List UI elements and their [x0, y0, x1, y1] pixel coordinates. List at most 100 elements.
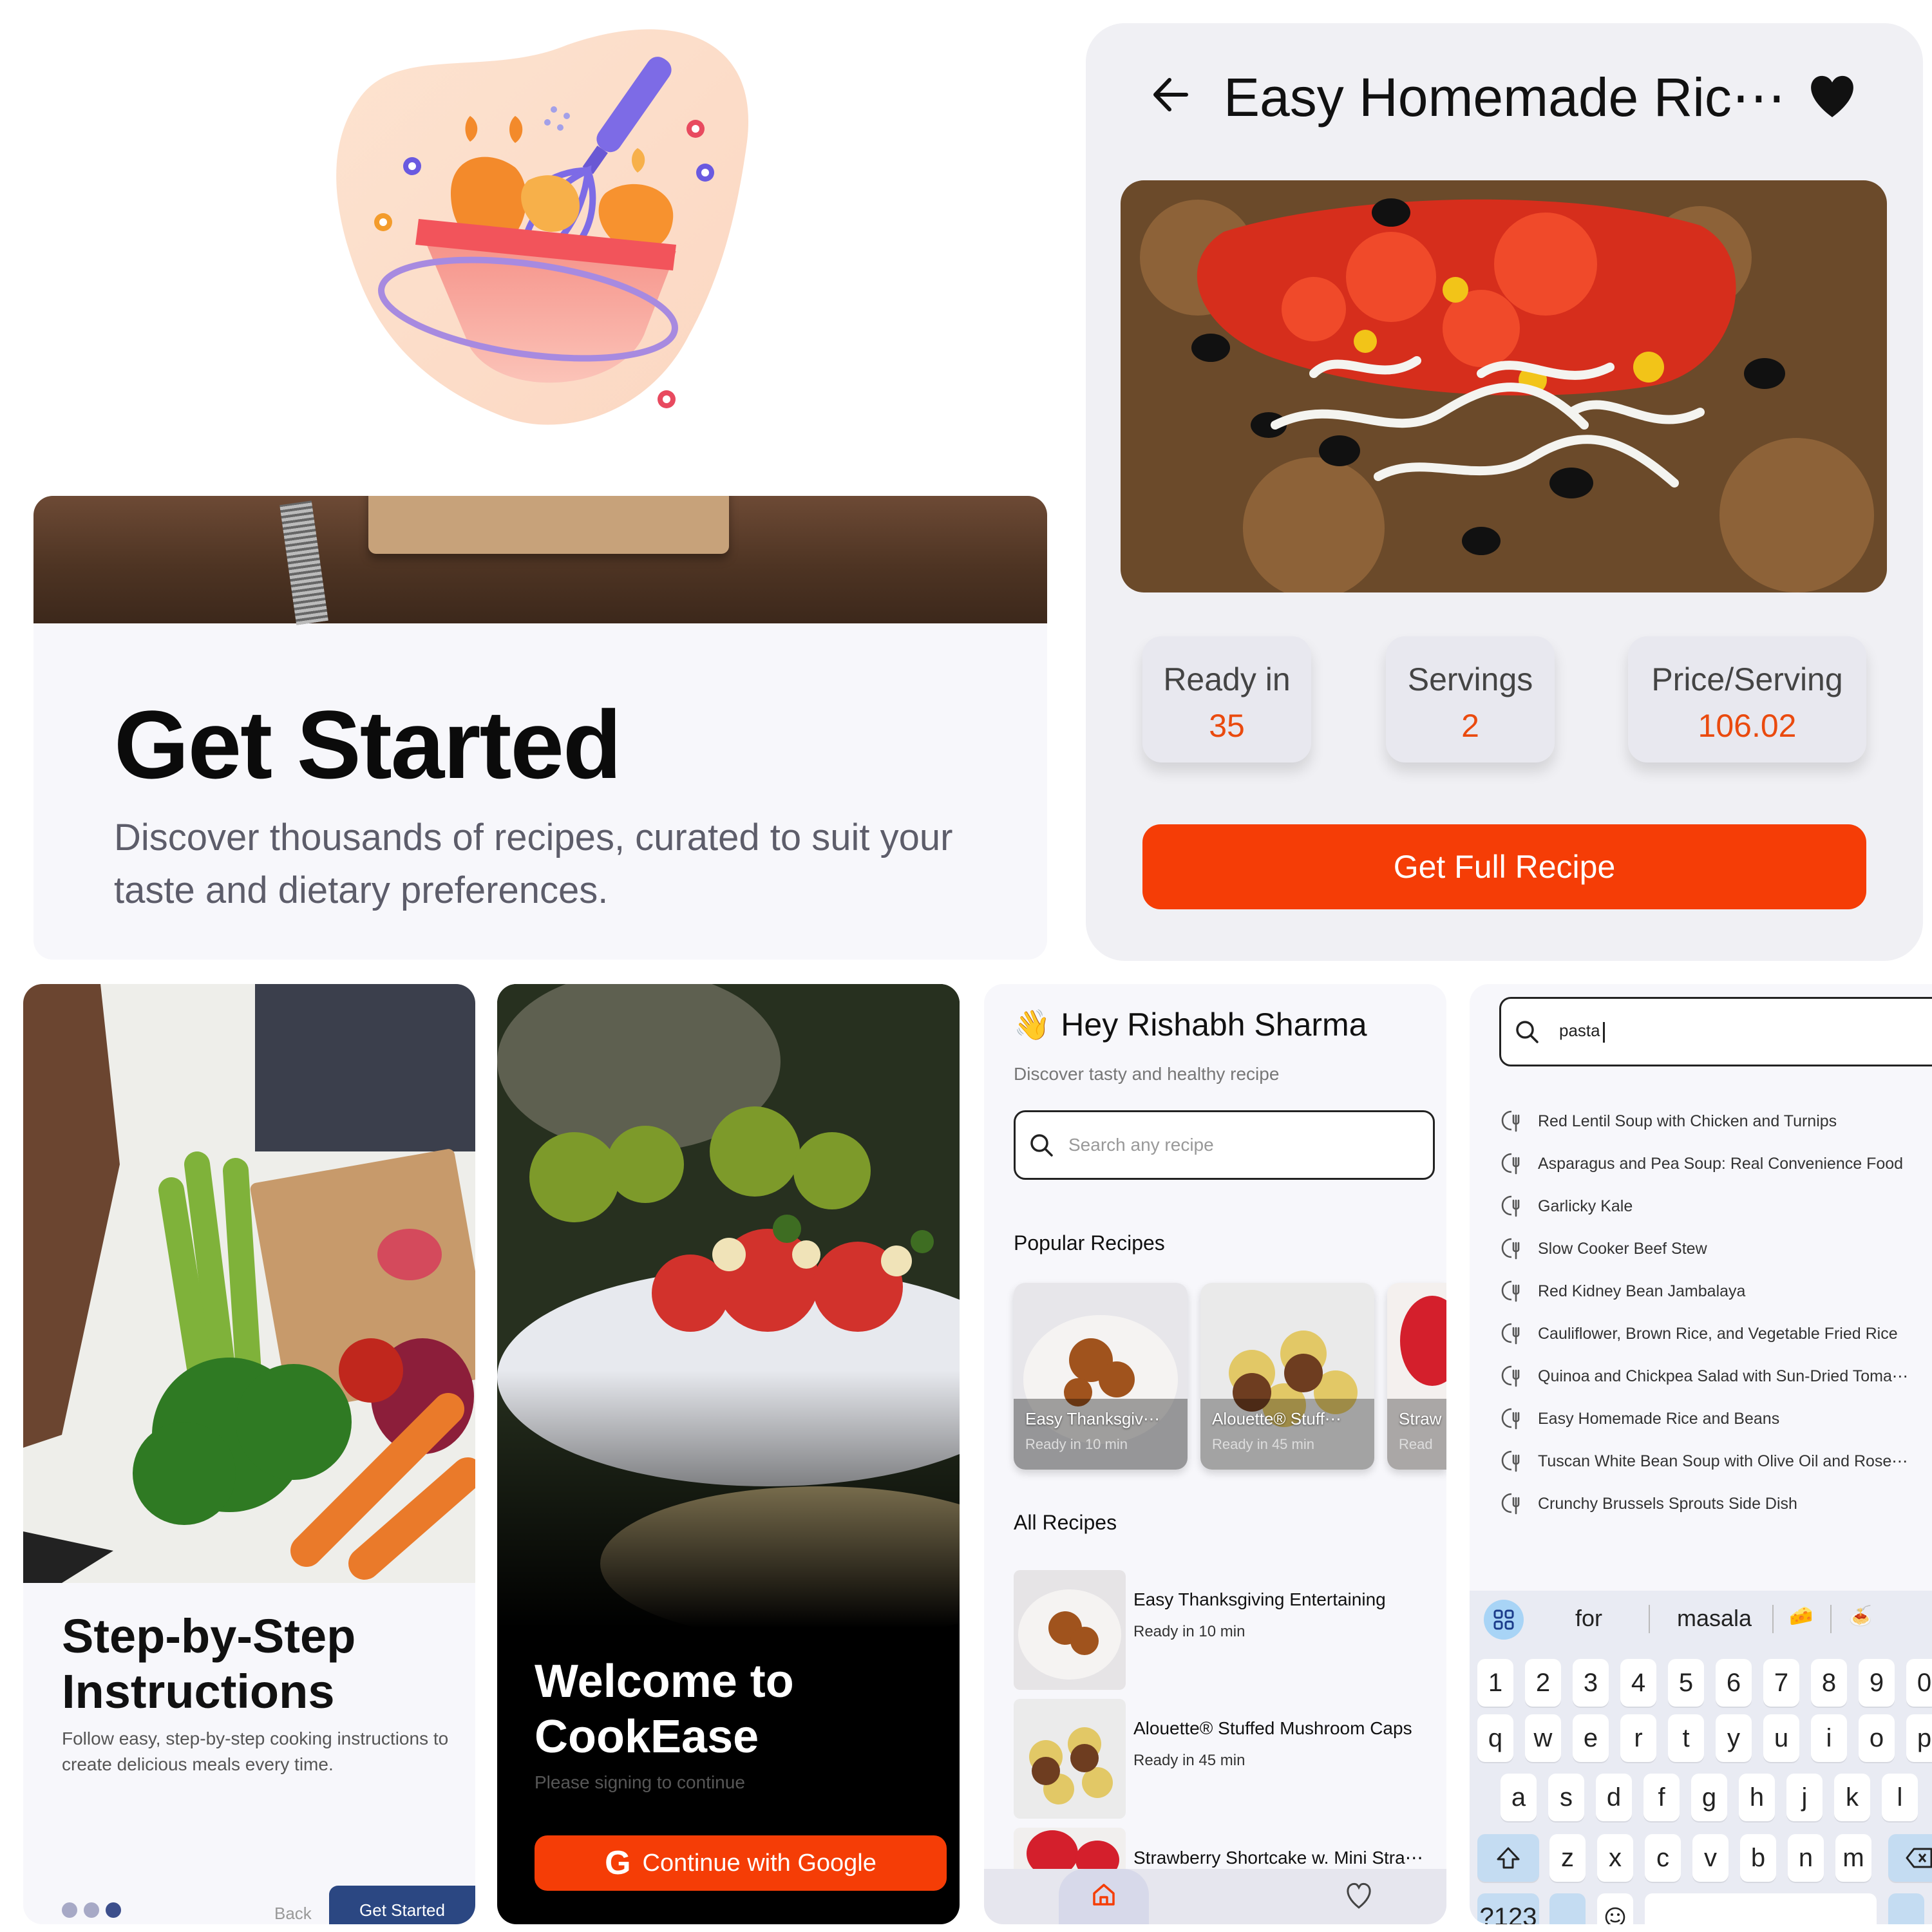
- chef-hat-icon: [1499, 1321, 1524, 1346]
- keyboard-key[interactable]: e: [1573, 1714, 1609, 1762]
- keyboard-key[interactable]: m: [1835, 1834, 1871, 1882]
- search-result-item[interactable]: Crunchy Brussels Sprouts Side Dish: [1499, 1482, 1932, 1525]
- keyboard-key[interactable]: p: [1906, 1714, 1932, 1762]
- search-result-title: Red Kidney Bean Jambalaya: [1538, 1282, 1746, 1300]
- chef-hat-icon: [1499, 1151, 1524, 1176]
- keyboard-key[interactable]: q: [1477, 1714, 1513, 1762]
- keyboard-key[interactable]: z: [1549, 1834, 1586, 1882]
- keyboard-key[interactable]: 4: [1620, 1659, 1656, 1707]
- nav-favorites[interactable]: [1343, 1880, 1374, 1911]
- keyboard-key[interactable]: i: [1811, 1714, 1847, 1762]
- keyboard-key[interactable]: a: [1501, 1774, 1537, 1821]
- keyboard-key[interactable]: n: [1788, 1834, 1824, 1882]
- shift-key[interactable]: [1477, 1834, 1539, 1882]
- emoji-key[interactable]: [1597, 1893, 1633, 1924]
- comma-key[interactable]: [1549, 1893, 1586, 1924]
- back-button[interactable]: Back: [274, 1904, 312, 1924]
- keyboard-apps-button[interactable]: [1484, 1600, 1524, 1640]
- ready-in-stat: Ready in 35: [1142, 636, 1311, 762]
- search-result-item[interactable]: Quinoa and Chickpea Salad with Sun-Dried…: [1499, 1355, 1932, 1397]
- recipe-photo: [1121, 180, 1887, 592]
- stat-value: 2: [1461, 708, 1479, 744]
- keyboard-key[interactable]: 9: [1859, 1659, 1895, 1707]
- continue-with-google-button[interactable]: G Continue with Google: [535, 1835, 947, 1891]
- keyboard-key[interactable]: u: [1763, 1714, 1799, 1762]
- search-result-title: Slow Cooker Beef Stew: [1538, 1239, 1707, 1258]
- keyboard-key[interactable]: w: [1525, 1714, 1561, 1762]
- keyboard-key[interactable]: v: [1692, 1834, 1728, 1882]
- keyboard-key[interactable]: 3: [1573, 1659, 1609, 1707]
- keyboard-key[interactable]: 0: [1906, 1659, 1932, 1707]
- popular-recipe-card[interactable]: Alouette® Stuff⋯ Ready in 45 min: [1200, 1283, 1374, 1470]
- step-by-step-onboarding: Step-by-Step Instructions Follow easy, s…: [23, 984, 475, 1924]
- keyboard-key[interactable]: k: [1834, 1774, 1870, 1821]
- suggestion[interactable]: for: [1575, 1605, 1602, 1632]
- keyboard-key[interactable]: 1: [1477, 1659, 1513, 1707]
- recipe-time: Ready in 10 min: [1133, 1623, 1245, 1640]
- keyboard-key[interactable]: o: [1859, 1714, 1895, 1762]
- keyboard-key[interactable]: f: [1643, 1774, 1680, 1821]
- chef-hat-icon: [1499, 1194, 1524, 1218]
- keyboard-key[interactable]: b: [1740, 1834, 1776, 1882]
- search-result-title: Cauliflower, Brown Rice, and Vegetable F…: [1538, 1324, 1898, 1343]
- recipe-list-item[interactable]: Easy Thanksgiving Entertaining Ready in …: [1014, 1570, 1439, 1690]
- search-result-item[interactable]: Easy Homemade Rice and Beans: [1499, 1397, 1932, 1440]
- search-result-title: Easy Homemade Rice and Beans: [1538, 1409, 1780, 1428]
- get-started-button[interactable]: Get Started: [329, 1886, 475, 1924]
- symbols-key[interactable]: ?123: [1477, 1893, 1539, 1924]
- keyboard-key[interactable]: j: [1786, 1774, 1823, 1821]
- get-full-recipe-button[interactable]: Get Full Recipe: [1142, 824, 1866, 909]
- keyboard-key[interactable]: t: [1668, 1714, 1704, 1762]
- space-key[interactable]: [1645, 1893, 1877, 1924]
- search-result-item[interactable]: Asparagus and Pea Soup: Real Convenience…: [1499, 1142, 1932, 1185]
- keyboard-key[interactable]: x: [1597, 1834, 1633, 1882]
- search-input[interactable]: pasta: [1499, 997, 1932, 1066]
- nav-home[interactable]: [1059, 1869, 1149, 1924]
- search-result-item[interactable]: Tuscan White Bean Soup with Olive Oil an…: [1499, 1440, 1932, 1482]
- back-arrow-icon[interactable]: [1150, 72, 1189, 117]
- page-subtitle: Discover thousands of recipes, curated t…: [114, 817, 953, 911]
- whisk-handle-image: [279, 500, 328, 625]
- chef-hat-icon: [1499, 1236, 1524, 1261]
- keyboard-key[interactable]: r: [1620, 1714, 1656, 1762]
- food-bowl-photo: [497, 984, 960, 1628]
- keyboard-key[interactable]: 6: [1716, 1659, 1752, 1707]
- backspace-key[interactable]: [1888, 1834, 1932, 1882]
- search-icon: [1030, 1134, 1053, 1157]
- search-placeholder: Search any recipe: [1068, 1135, 1214, 1155]
- keyboard-key[interactable]: 2: [1525, 1659, 1561, 1707]
- cheese-emoji-suggestion[interactable]: 🧀: [1789, 1605, 1813, 1627]
- recipe-list-item[interactable]: Alouette® Stuffed Mushroom Caps Ready in…: [1014, 1699, 1439, 1819]
- keyboard-key[interactable]: 8: [1811, 1659, 1847, 1707]
- page-dot-active: [106, 1902, 121, 1918]
- keyboard-key[interactable]: 5: [1668, 1659, 1704, 1707]
- chef-hat-icon: [1499, 1109, 1524, 1133]
- period-key[interactable]: [1888, 1893, 1924, 1924]
- popular-recipe-card[interactable]: Easy Thanksgiv⋯ Ready in 10 min: [1014, 1283, 1188, 1470]
- popular-recipe-card[interactable]: Straw Read: [1387, 1283, 1446, 1470]
- keyboard-key[interactable]: l: [1882, 1774, 1918, 1821]
- wooden-table-photo: [33, 496, 1047, 625]
- search-result-item[interactable]: Red Lentil Soup with Chicken and Turnips: [1499, 1100, 1932, 1142]
- pasta-emoji-suggestion[interactable]: 🍝: [1848, 1605, 1872, 1627]
- suggestion[interactable]: masala: [1677, 1605, 1752, 1632]
- page-indicator: [62, 1902, 121, 1918]
- recipe-list-item[interactable]: Strawberry Shortcake w. Mini Stra⋯: [1014, 1828, 1439, 1869]
- search-result-item[interactable]: Garlicky Kale: [1499, 1185, 1932, 1227]
- keyboard-key[interactable]: d: [1596, 1774, 1632, 1821]
- search-input[interactable]: Search any recipe: [1014, 1110, 1435, 1180]
- favorite-heart-icon[interactable]: [1807, 75, 1857, 120]
- keyboard-key[interactable]: y: [1716, 1714, 1752, 1762]
- recipe-thumbnail: [1014, 1828, 1126, 1869]
- chef-hat-icon: [1499, 1449, 1524, 1473]
- stat-label: Servings: [1407, 661, 1533, 697]
- search-result-item[interactable]: Red Kidney Bean Jambalaya: [1499, 1270, 1932, 1312]
- search-result-item[interactable]: Cauliflower, Brown Rice, and Vegetable F…: [1499, 1312, 1932, 1355]
- keyboard-key[interactable]: s: [1548, 1774, 1584, 1821]
- keyboard-key[interactable]: c: [1645, 1834, 1681, 1882]
- stat-value: 106.02: [1698, 708, 1797, 744]
- keyboard-key[interactable]: 7: [1763, 1659, 1799, 1707]
- keyboard-key[interactable]: g: [1691, 1774, 1727, 1821]
- keyboard-key[interactable]: h: [1739, 1774, 1775, 1821]
- search-result-item[interactable]: Slow Cooker Beef Stew: [1499, 1227, 1932, 1270]
